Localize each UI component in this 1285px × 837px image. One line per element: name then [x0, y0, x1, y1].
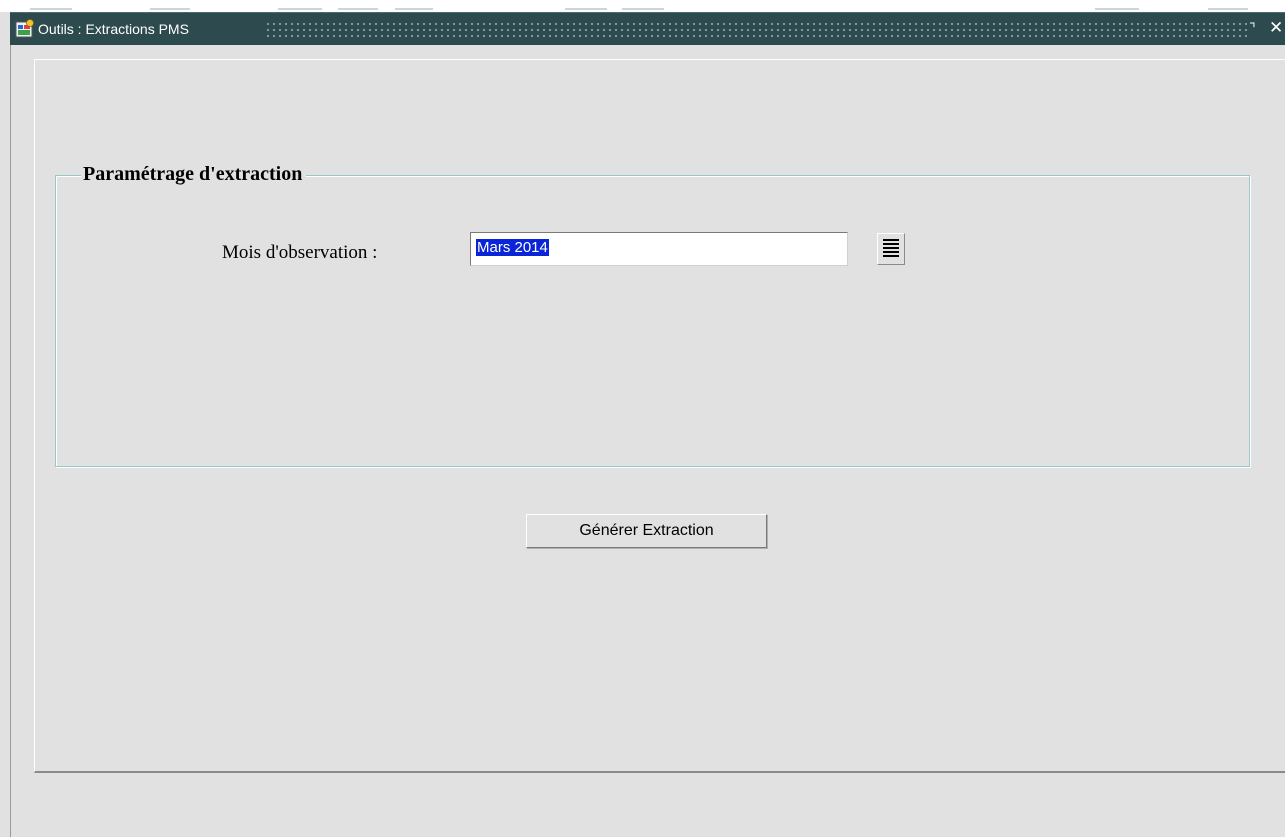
frame-title: Paramétrage d'extraction	[81, 160, 307, 188]
list-of-values-button[interactable]	[877, 233, 905, 265]
title-bar-pattern	[265, 21, 1247, 38]
restore-icon[interactable]: ⌝	[1249, 20, 1263, 37]
strip-mark	[622, 8, 664, 10]
strip-mark	[1208, 8, 1248, 10]
app-icon	[15, 19, 35, 39]
list-icon	[883, 239, 899, 259]
strip-mark	[150, 8, 190, 10]
background-window-strip	[0, 0, 1285, 12]
strip-mark	[565, 8, 607, 10]
month-value[interactable]: Mars 2014	[476, 239, 549, 256]
month-label: Mois d'observation :	[222, 242, 378, 263]
window-left-border	[10, 45, 11, 837]
generate-extraction-button[interactable]: Générer Extraction	[526, 514, 767, 548]
month-input[interactable]: Mars 2014	[470, 232, 848, 266]
strip-mark	[395, 8, 433, 10]
close-icon[interactable]: ✕	[1269, 19, 1283, 37]
strip-mark	[30, 8, 72, 10]
window-title-bar[interactable]: Outils : Extractions PMS ⌝ ✕	[10, 12, 1285, 45]
strip-mark	[278, 8, 322, 10]
strip-mark	[1095, 8, 1139, 10]
extraction-settings-frame	[55, 175, 1250, 467]
strip-mark	[338, 8, 378, 10]
window-title: Outils : Extractions PMS	[38, 21, 189, 37]
